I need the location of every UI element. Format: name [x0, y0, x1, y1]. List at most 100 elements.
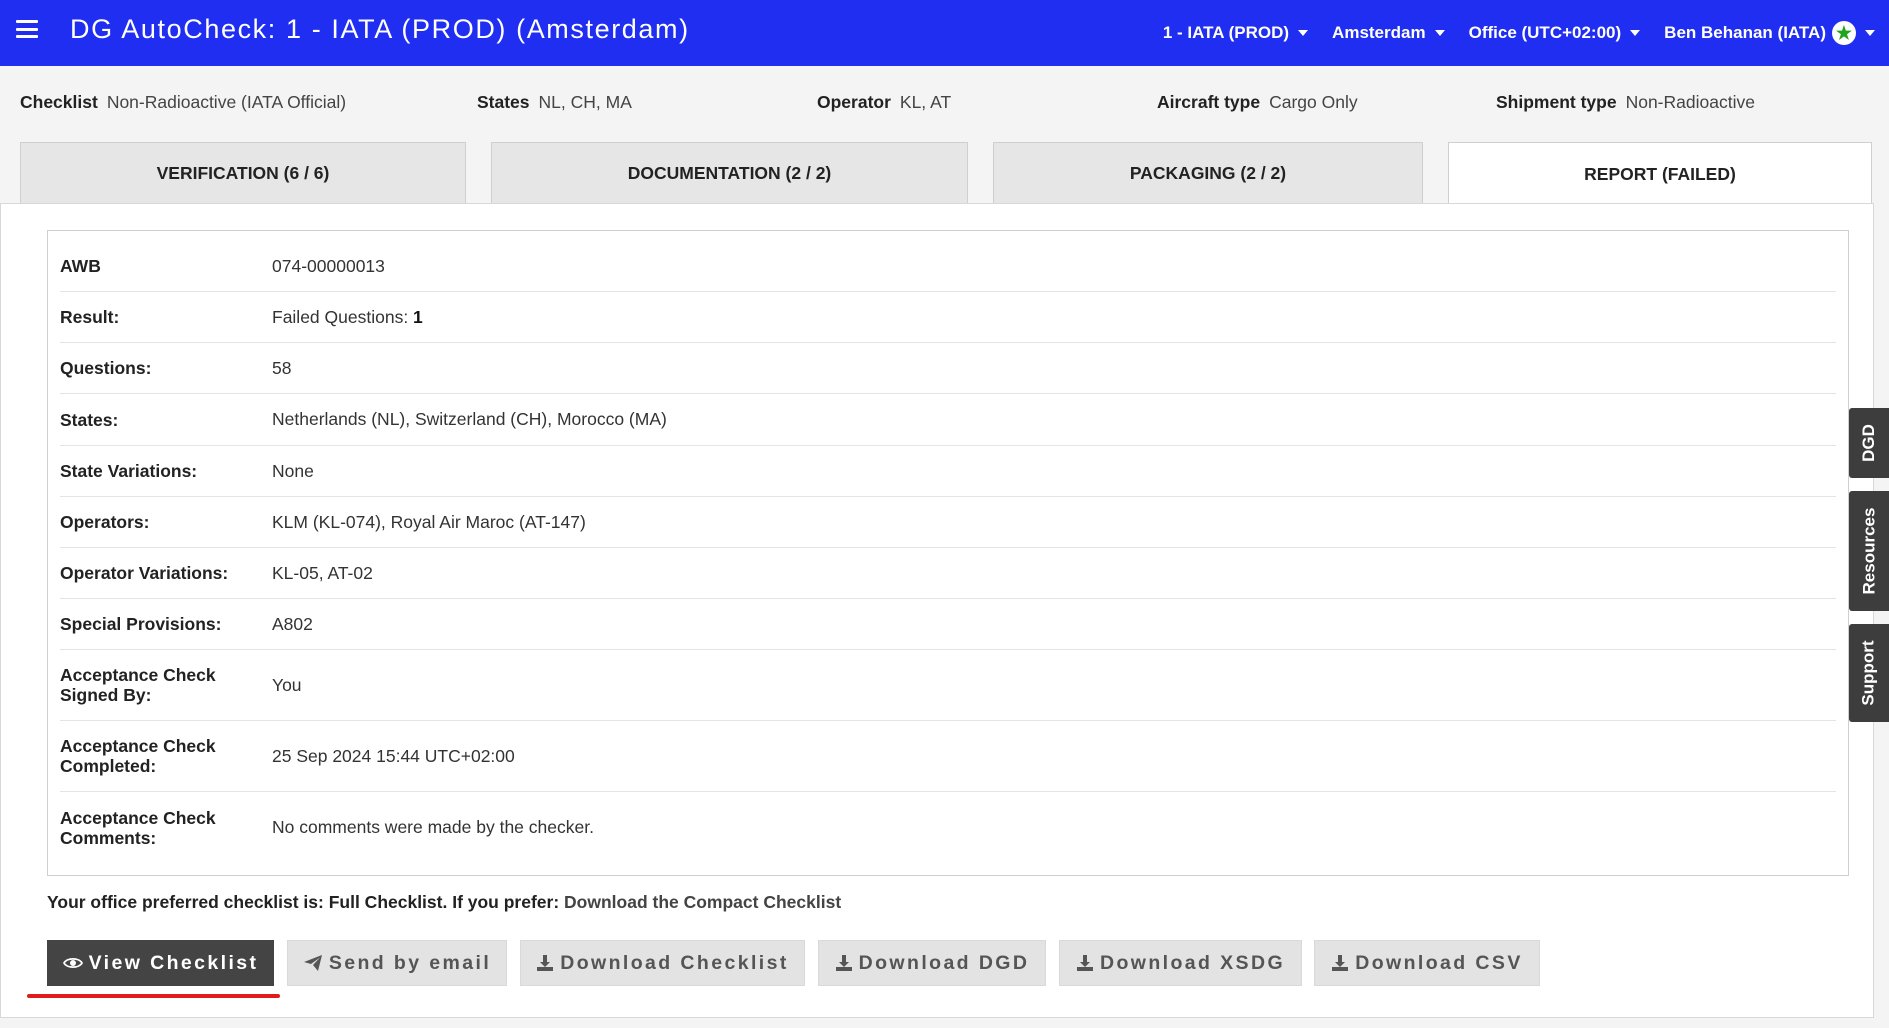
- download-compact-checklist-link[interactable]: Download the Compact Checklist: [564, 892, 841, 912]
- row-value: 074-00000013: [272, 255, 385, 276]
- send-by-email-label: Send by email: [328, 951, 492, 974]
- row-value: 25 Sep 2024 15:44 UTC+02:00: [272, 745, 515, 766]
- summary-states-label: States: [477, 92, 530, 112]
- view-checklist-label: View Checklist: [88, 951, 259, 974]
- summary-shipment-type-value: Non-Radioactive: [1625, 92, 1755, 112]
- row-label: Acceptance Check Comments:: [60, 808, 272, 848]
- download-dgd-button[interactable]: Download DGD: [818, 940, 1046, 986]
- send-by-email-button[interactable]: Send by email: [287, 940, 507, 986]
- row-value: No comments were made by the checker.: [272, 817, 594, 837]
- row-label-line: Completed:: [60, 756, 157, 776]
- office-menu-label: Office (UTC+02:00): [1468, 23, 1622, 42]
- tab-documentation[interactable]: DOCUMENTATION (2 / 2): [491, 142, 968, 204]
- row-label-line: Signed By:: [60, 685, 152, 705]
- download-icon: [1331, 954, 1349, 972]
- summary-operator-label: Operator: [817, 92, 891, 112]
- download-csv-label: Download CSV: [1355, 951, 1523, 974]
- tab-packaging[interactable]: PACKAGING (2 / 2): [993, 142, 1423, 204]
- row-label: States:: [60, 409, 119, 430]
- side-tab-dgd[interactable]: DGD: [1849, 408, 1889, 478]
- summary-checklist-label: Checklist: [20, 92, 98, 112]
- red-underline-annotation: [27, 994, 280, 998]
- preferred-checklist-note: Your office preferred checklist is: Full…: [47, 892, 841, 913]
- environment-menu-label: 1 - IATA (PROD): [1162, 23, 1290, 42]
- result-prefix: Failed Questions:: [272, 306, 414, 327]
- summary-shipment-type: Shipment type Non-Radioactive: [1496, 92, 1755, 113]
- side-tab-support[interactable]: Support: [1849, 624, 1889, 722]
- row-value: A802: [272, 613, 313, 634]
- tab-verification[interactable]: VERIFICATION (6 / 6): [20, 142, 466, 204]
- row-value: KL-05, AT-02: [272, 562, 373, 583]
- top-menus: 1 - IATA (PROD) Amsterdam Office (UTC+02…: [1139, 0, 1875, 66]
- row-label: State Variations:: [60, 461, 198, 481]
- download-checklist-button[interactable]: Download Checklist: [520, 940, 805, 986]
- summary-aircraft-type-value: Cargo Only: [1269, 92, 1358, 112]
- summary-shipment-type-label: Shipment type: [1496, 92, 1617, 112]
- location-menu[interactable]: Amsterdam: [1332, 23, 1445, 43]
- report-row-operators: Operators: KLM (KL-074), Royal Air Maroc…: [60, 497, 1836, 548]
- row-label: Operator Variations:: [60, 563, 229, 583]
- summary-operator-value: KL, AT: [899, 92, 952, 112]
- environment-menu[interactable]: 1 - IATA (PROD): [1162, 23, 1309, 43]
- download-icon: [1076, 954, 1094, 972]
- row-value: You: [272, 674, 302, 695]
- row-value: Netherlands (NL), Switzerland (CH), Moro…: [272, 409, 667, 429]
- row-value: None: [272, 460, 314, 481]
- row-label: Questions:: [60, 358, 152, 378]
- caret-down-icon: [1434, 30, 1445, 36]
- download-icon: [835, 954, 853, 972]
- view-checklist-button[interactable]: View Checklist: [47, 940, 274, 986]
- summary-checklist: Checklist Non-Radioactive (IATA Official): [20, 92, 346, 113]
- eye-icon: [62, 956, 83, 970]
- summary-aircraft-type: Aircraft type Cargo Only: [1157, 92, 1358, 113]
- report-row-operator-variations: Operator Variations: KL-05, AT-02: [60, 548, 1836, 599]
- row-label-line: Acceptance Check: [60, 807, 216, 828]
- paper-plane-icon: [303, 954, 323, 972]
- row-label: Result:: [60, 307, 120, 327]
- report-row-completed: Acceptance Check Completed: 25 Sep 2024 1…: [60, 721, 1836, 792]
- row-value: 58: [272, 357, 292, 378]
- summary-states: States NL, CH, MA: [477, 92, 632, 113]
- summary-states-value: NL, CH, MA: [538, 92, 632, 112]
- download-csv-button[interactable]: Download CSV: [1314, 940, 1540, 986]
- side-tab-resources[interactable]: Resources: [1849, 491, 1889, 611]
- side-tab-resources-label: Resources: [1859, 507, 1878, 595]
- side-tab-dgd-label: DGD: [1859, 424, 1878, 462]
- download-xsdg-label: Download XSDG: [1099, 951, 1286, 974]
- row-label-line: Acceptance Check: [60, 665, 216, 685]
- user-menu[interactable]: Ben Behanan (IATA) ★: [1664, 21, 1875, 45]
- download-icon: [536, 954, 554, 972]
- report-row-signed-by: Acceptance Check Signed By: You: [60, 650, 1836, 721]
- tab-bar: VERIFICATION (6 / 6) DOCUMENTATION (2 / …: [20, 142, 1872, 205]
- report-row-states: States: Netherlands (NL), Switzerland (C…: [60, 394, 1836, 446]
- location-menu-label: Amsterdam: [1332, 23, 1426, 42]
- app-title: DG AutoCheck: 1 - IATA (PROD) (Amsterdam…: [70, 14, 690, 44]
- side-tab-support-label: Support: [1859, 640, 1878, 706]
- user-menu-label: Ben Behanan (IATA): [1664, 23, 1826, 42]
- row-label: AWB: [60, 256, 101, 276]
- caret-down-icon: [1298, 30, 1309, 36]
- row-label: Acceptance Check Completed:: [60, 736, 272, 776]
- tab-report[interactable]: REPORT (FAILED): [1448, 142, 1872, 205]
- report-row-state-variations: State Variations: None: [60, 446, 1836, 497]
- row-label: Operators:: [60, 512, 150, 532]
- failed-count: 1: [413, 306, 423, 327]
- office-menu[interactable]: Office (UTC+02:00): [1469, 23, 1641, 43]
- summary-checklist-value: Non-Radioactive (IATA Official): [106, 92, 347, 112]
- summary-aircraft-type-label: Aircraft type: [1157, 92, 1261, 112]
- row-label-line: Acceptance Check: [60, 736, 216, 756]
- report-row-special-provisions: Special Provisions: A802: [60, 599, 1836, 650]
- hamburger-menu-icon[interactable]: [16, 20, 38, 38]
- download-xsdg-button[interactable]: Download XSDG: [1059, 940, 1302, 986]
- top-navigation-bar: DG AutoCheck: 1 - IATA (PROD) (Amsterdam…: [0, 0, 1889, 66]
- row-label: Special Provisions:: [60, 614, 222, 634]
- row-value: Failed Questions: 1: [272, 307, 423, 328]
- star-icon: ★: [1832, 21, 1856, 45]
- row-label-line: Comments:: [60, 827, 157, 848]
- report-row-awb: AWB 074-00000013: [60, 241, 1836, 292]
- report-panel: AWB 074-00000013 Result: Failed Question…: [0, 203, 1874, 1018]
- download-checklist-label: Download Checklist: [560, 951, 789, 974]
- row-label: Acceptance Check Signed By:: [60, 665, 272, 705]
- caret-down-icon: [1865, 30, 1875, 36]
- report-details: AWB 074-00000013 Result: Failed Question…: [47, 230, 1849, 876]
